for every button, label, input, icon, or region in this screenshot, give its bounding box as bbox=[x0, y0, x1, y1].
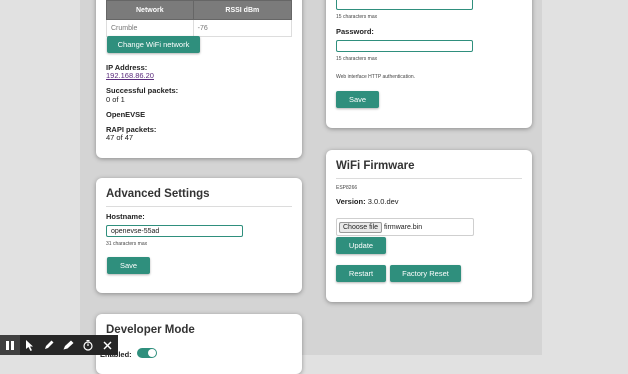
auth-note: Web interface HTTP authentication. bbox=[336, 74, 416, 80]
update-button[interactable]: Update bbox=[336, 237, 386, 254]
marker-icon[interactable] bbox=[59, 335, 79, 355]
ip-address-link[interactable]: 192.168.86.20 bbox=[106, 71, 154, 80]
close-icon[interactable] bbox=[98, 335, 118, 355]
network-column-header: Network bbox=[106, 0, 194, 20]
choose-file-button[interactable]: Choose file bbox=[339, 221, 383, 233]
pause-icon[interactable] bbox=[0, 335, 20, 355]
pen-icon[interactable] bbox=[39, 335, 59, 355]
advanced-settings-title: Advanced Settings bbox=[106, 188, 292, 207]
authentication-card: 15 characters max Password: 15 character… bbox=[326, 0, 532, 128]
wifi-firmware-card: WiFi Firmware ESP8266 Version: 3.0.0.dev… bbox=[326, 150, 532, 302]
hostname-label: Hostname: bbox=[106, 212, 145, 221]
version-line: Version: 3.0.0.dev bbox=[336, 197, 399, 206]
hostname-input[interactable]: openevse-55ad bbox=[106, 225, 243, 237]
hostname-hint: 31 characters max bbox=[106, 241, 148, 247]
network-rssi: -76 bbox=[192, 19, 293, 37]
chip-name: ESP8266 bbox=[336, 185, 358, 191]
table-row[interactable]: Crumble -76 bbox=[106, 19, 293, 37]
developer-mode-title: Developer Mode bbox=[106, 324, 195, 336]
openevse-label: OpenEVSE bbox=[106, 110, 146, 119]
wifi-firmware-title: WiFi Firmware bbox=[336, 160, 522, 179]
timer-icon[interactable] bbox=[78, 335, 98, 355]
auth-save-button[interactable]: Save bbox=[336, 91, 379, 108]
annotation-toolbar bbox=[0, 335, 118, 355]
cursor-icon[interactable] bbox=[20, 335, 40, 355]
version-label: Version: bbox=[336, 197, 366, 206]
successful-packets-label: Successful packets: bbox=[106, 86, 179, 95]
successful-packets-value: 0 of 1 bbox=[106, 95, 125, 104]
version-value: 3.0.0.dev bbox=[367, 197, 399, 206]
password-input[interactable] bbox=[336, 40, 473, 52]
password-hint: 15 characters max bbox=[336, 56, 378, 62]
advanced-settings-card: Advanced Settings Hostname: openevse-55a… bbox=[96, 178, 302, 293]
developer-mode-card: Developer Mode Enabled: bbox=[96, 314, 302, 374]
username-hint: 15 characters max bbox=[336, 14, 378, 20]
username-input[interactable] bbox=[336, 0, 473, 10]
wifi-status-card: Network RSSI dBm Crumble -76 Change WiFi… bbox=[96, 0, 302, 158]
network-name: Crumble bbox=[106, 19, 194, 37]
restart-button[interactable]: Restart bbox=[336, 265, 386, 282]
rssi-column-header: RSSI dBm bbox=[192, 0, 293, 20]
network-table: Network RSSI dBm Crumble -76 bbox=[106, 0, 293, 37]
factory-reset-button[interactable]: Factory Reset bbox=[390, 265, 461, 282]
advanced-save-button[interactable]: Save bbox=[107, 257, 150, 274]
rapi-packets-value: 47 of 47 bbox=[106, 133, 134, 142]
change-wifi-button[interactable]: Change WiFi network bbox=[107, 36, 200, 53]
file-picker[interactable]: Choose file firmware.bin bbox=[336, 218, 474, 236]
password-label: Password: bbox=[336, 27, 374, 36]
selected-file-name: firmware.bin bbox=[384, 223, 423, 231]
developer-mode-toggle[interactable] bbox=[137, 348, 157, 358]
